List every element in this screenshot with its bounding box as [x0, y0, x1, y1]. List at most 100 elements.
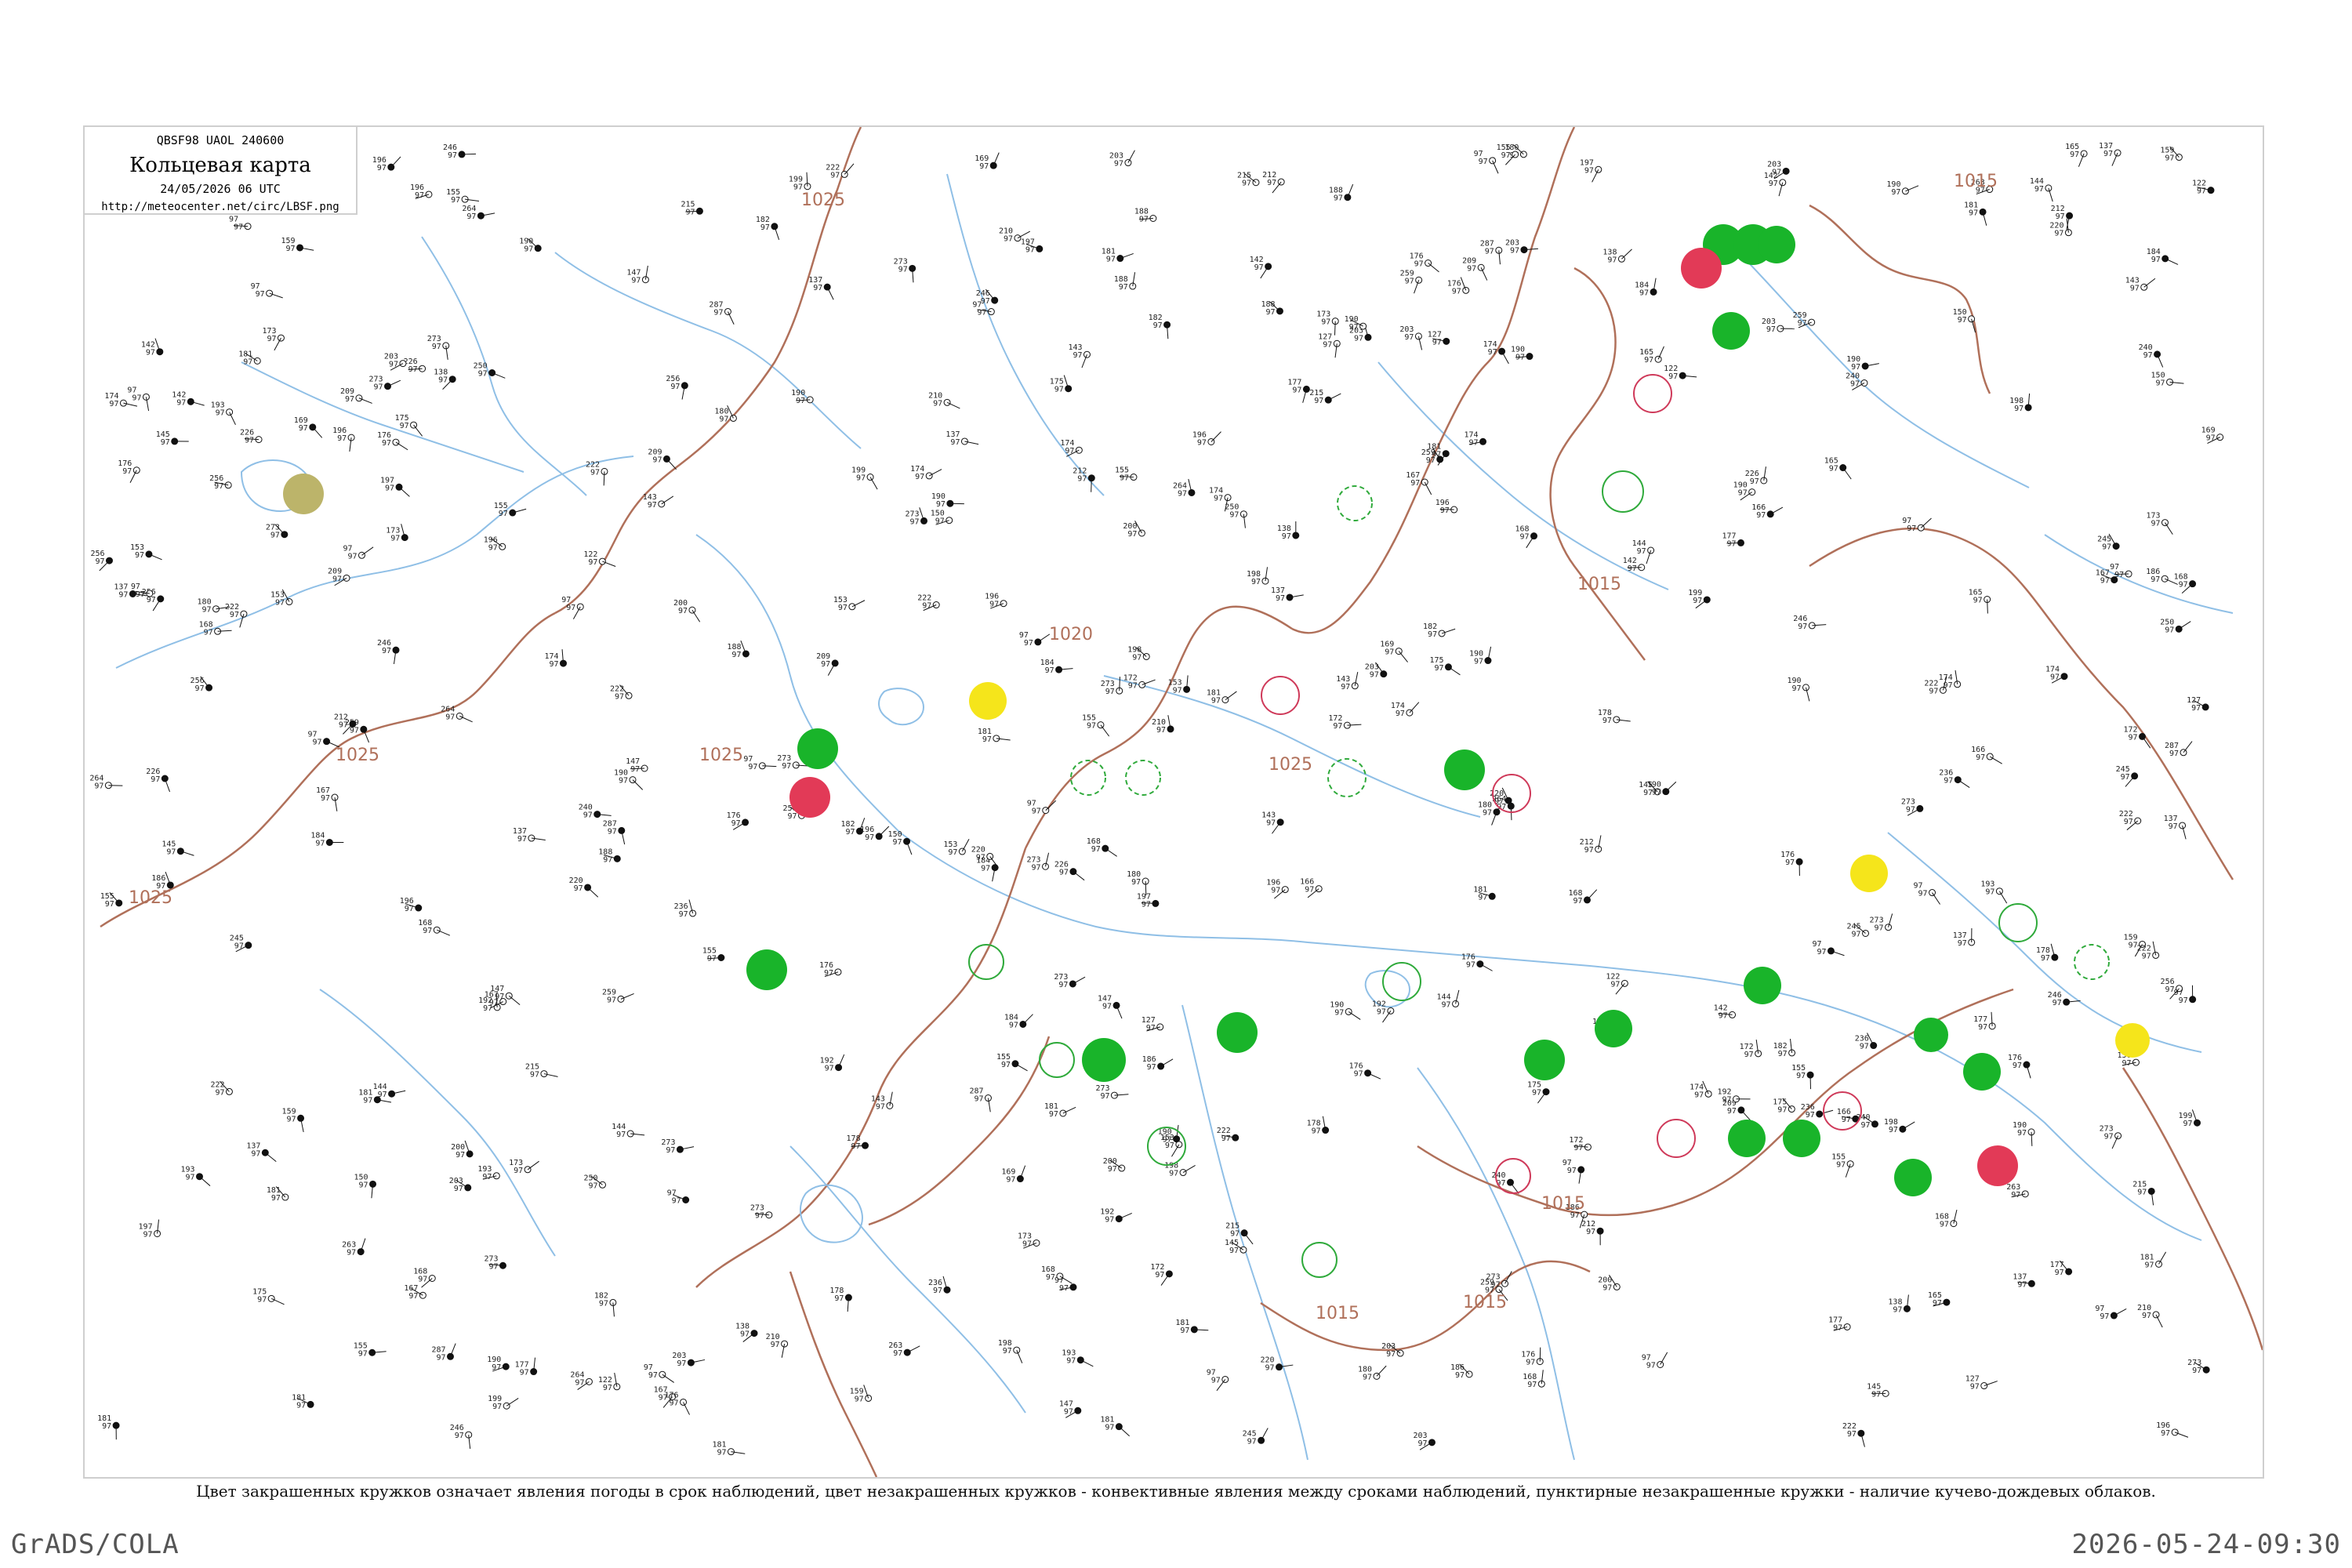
- station-value: 97: [2191, 704, 2201, 713]
- station-plot: 18197: [1102, 248, 1134, 264]
- station-plot: 17497: [1690, 1080, 1712, 1099]
- station-value: 97: [2161, 1429, 2170, 1438]
- station-plot: 27397: [1901, 797, 1924, 816]
- station-value: 97: [2054, 230, 2063, 238]
- convective-marker: [968, 944, 1004, 980]
- station-value: 97: [599, 1299, 608, 1308]
- station-value: 97: [2192, 1367, 2201, 1375]
- station-plot: 22297: [610, 684, 633, 701]
- station-plot: 14597: [1867, 1382, 1889, 1399]
- station-value: 97: [1772, 168, 1781, 176]
- station-plot: 9797: [343, 544, 374, 561]
- station-value: 97: [332, 575, 342, 583]
- station-value: 97: [935, 517, 945, 526]
- station-plot: 19097: [1647, 781, 1677, 797]
- isobar-label: 1025: [336, 746, 379, 765]
- station-value: 97: [615, 692, 624, 701]
- station-value: 97: [1798, 622, 1807, 631]
- station-plot: 21597: [681, 200, 703, 216]
- station-plot: 17797: [1287, 378, 1310, 403]
- station-value: 97: [1527, 1381, 1537, 1389]
- cb-cloud-marker: [1070, 760, 1106, 796]
- station-plot: 17597: [1050, 375, 1073, 394]
- station-plot: 24697: [1793, 615, 1827, 631]
- station-value: 97: [1114, 160, 1123, 169]
- station-value: 97: [432, 343, 441, 351]
- station-plot: 17297: [1569, 1136, 1592, 1152]
- station-value: 97: [408, 365, 418, 374]
- station-plot: 23697: [1801, 1103, 1834, 1120]
- station-value: 97: [136, 590, 145, 599]
- station-value: 97: [94, 782, 103, 791]
- station-value: 97: [378, 1091, 387, 1099]
- station-plot: 27397: [1095, 1084, 1129, 1101]
- station-plot: 17897: [1307, 1116, 1330, 1136]
- station-plot: 13897: [434, 368, 456, 390]
- station-plot: 16797: [404, 1284, 426, 1301]
- station-plot: 25697: [209, 474, 232, 491]
- station-value: 97: [1247, 1437, 1257, 1446]
- station-plot: 15097: [354, 1173, 377, 1199]
- station-value: 97: [731, 819, 741, 828]
- station-value: 97: [2014, 405, 2024, 413]
- station-value: 97: [1644, 356, 1653, 365]
- station-value: 97: [147, 596, 156, 604]
- station-value: 97: [1077, 475, 1087, 484]
- station-value: 97: [151, 775, 160, 784]
- station-plot: 25697: [90, 550, 113, 572]
- station-plot: 18297: [1423, 622, 1456, 639]
- station-value: 97: [382, 647, 391, 655]
- station-plot: 21597: [1309, 389, 1341, 405]
- station-value: 97: [1127, 530, 1137, 539]
- station-plot: 22297: [1217, 1127, 1240, 1143]
- station-plot: 17297: [1328, 714, 1362, 731]
- station-plot: 22097: [1261, 1356, 1294, 1373]
- station-plot: 19997: [789, 172, 811, 192]
- station-value: 97: [1173, 686, 1182, 695]
- station-plot: 26497: [89, 775, 123, 791]
- station-plot: 20097: [1103, 1157, 1126, 1174]
- station-value: 97: [1105, 1424, 1114, 1432]
- station-value: 97: [748, 763, 757, 771]
- station-plot: 25697: [142, 588, 165, 612]
- station-plot: 22697: [146, 768, 170, 793]
- station-plot: 21097: [928, 391, 960, 409]
- station-value: 97: [1153, 321, 1163, 330]
- station-plot: 18497: [310, 832, 344, 848]
- station-value: 97: [1907, 524, 1916, 533]
- station-plot: 14397: [2125, 276, 2156, 292]
- station-plot: 17397: [1316, 310, 1339, 336]
- station-plot: 13797: [808, 276, 834, 300]
- station-plot: 9797: [2095, 1305, 2127, 1321]
- station-plot: 19097: [791, 389, 814, 405]
- station-plot: 18897: [598, 848, 621, 864]
- isobar-labels: 1025 1025 1025 1020 1025 1015 1015 1015 …: [129, 172, 1998, 1323]
- lakes-layer: [240, 459, 1411, 1243]
- station-value: 97: [1242, 180, 1251, 188]
- station-value: 97: [445, 713, 455, 721]
- station-plot: 17497: [544, 649, 567, 669]
- station-plot: 27397: [266, 524, 289, 540]
- station-value: 97: [230, 611, 239, 619]
- station-plot: 17697: [727, 811, 750, 830]
- station-value: 97: [359, 1181, 368, 1189]
- station-plot: 14397: [1336, 672, 1359, 691]
- station-value: 97: [1377, 1007, 1386, 1016]
- station-value: 97: [1970, 1383, 1980, 1392]
- station-value: 97: [589, 1181, 598, 1190]
- station-value: 97: [466, 212, 476, 221]
- station-plot: 22297: [586, 460, 608, 486]
- isobar-label: 1015: [1316, 1304, 1359, 1323]
- isobar-label: 1015: [1954, 172, 1998, 191]
- station-value: 97: [1312, 1127, 1321, 1136]
- station-value: 97: [1046, 1273, 1055, 1282]
- station-value: 97: [257, 1295, 267, 1304]
- station-value: 97: [2011, 1191, 2020, 1200]
- station-value: 97: [1156, 726, 1166, 735]
- station-value: 97: [454, 1185, 463, 1193]
- station-value: 97: [1750, 477, 1759, 486]
- station-value: 97: [1169, 1170, 1178, 1178]
- station-plot: 27397: [1870, 913, 1893, 933]
- station-plot: 18097: [1358, 1365, 1387, 1381]
- station-value: 97: [915, 473, 924, 481]
